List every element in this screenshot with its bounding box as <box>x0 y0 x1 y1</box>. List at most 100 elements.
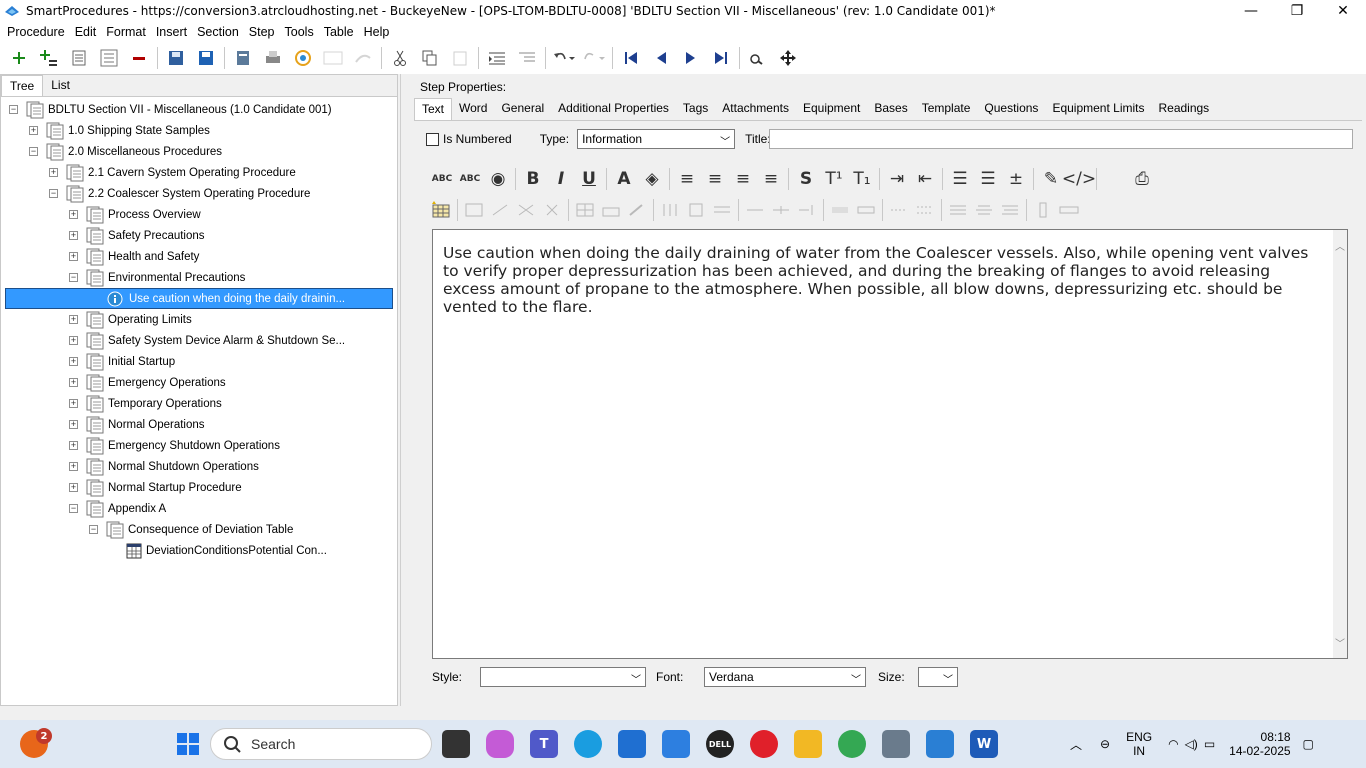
table-icon[interactable] <box>971 198 997 222</box>
tree-node[interactable]: + Health and Safety <box>1 246 397 267</box>
notification-badge-icon[interactable]: 2 <box>20 728 52 758</box>
table-icon[interactable] <box>683 198 709 222</box>
table-icon[interactable] <box>768 198 794 222</box>
clock-time[interactable]: 08:18 <box>1261 730 1291 744</box>
font-select[interactable]: Verdana ﹀ <box>704 667 866 687</box>
underline-button[interactable]: U <box>575 166 603 192</box>
table-icon[interactable] <box>657 198 683 222</box>
save-icon[interactable] <box>191 44 221 72</box>
spellcheck-icon[interactable]: ABC <box>428 166 456 192</box>
menu-table[interactable]: Table <box>319 25 359 39</box>
find-icon[interactable] <box>743 44 773 72</box>
file-explorer-icon[interactable] <box>794 730 822 758</box>
table-icon[interactable] <box>1056 198 1082 222</box>
step-text-editor[interactable]: Use caution when doing the daily drainin… <box>432 229 1348 659</box>
table-icon[interactable] <box>912 198 938 222</box>
tab-general[interactable]: General <box>494 98 551 120</box>
menu-format[interactable]: Format <box>101 25 151 39</box>
region-label[interactable]: IN <box>1133 744 1145 758</box>
style-select[interactable]: ﹀ <box>480 667 646 687</box>
redo-icon[interactable] <box>579 44 609 72</box>
table-icon[interactable] <box>997 198 1023 222</box>
tab-text[interactable]: Text <box>414 98 453 120</box>
expand-icon[interactable]: + <box>69 378 78 387</box>
panel-splitter[interactable] <box>400 74 408 706</box>
tree-node[interactable]: − BDLTU Section VII - Miscellaneous (1.0 … <box>1 99 397 120</box>
teams-icon[interactable]: T <box>530 730 558 758</box>
menu-step[interactable]: Step <box>244 25 280 39</box>
table-icon[interactable] <box>539 198 565 222</box>
collapse-icon[interactable]: − <box>49 189 58 198</box>
undo-icon[interactable] <box>549 44 579 72</box>
strikethrough-button[interactable]: S <box>792 166 820 192</box>
collapse-icon[interactable]: − <box>89 525 98 534</box>
tab-tree[interactable]: Tree <box>1 75 44 96</box>
table-icon[interactable] <box>487 198 513 222</box>
tree-node[interactable]: + Normal Startup Procedure <box>1 477 397 498</box>
opera-icon[interactable] <box>750 730 778 758</box>
expand-icon[interactable]: + <box>29 126 38 135</box>
fill-color-icon[interactable]: ◈ <box>638 166 666 192</box>
chevron-up-icon[interactable]: ︿ <box>1070 736 1082 753</box>
cut-icon[interactable] <box>385 44 415 72</box>
tab-additional-properties[interactable]: Additional Properties <box>551 98 676 120</box>
tab-equipment-limits[interactable]: Equipment Limits <box>1045 98 1151 120</box>
tree-node[interactable]: − 2.0 Miscellaneous Procedures <box>1 141 397 162</box>
tree-node[interactable]: + Initial Startup <box>1 351 397 372</box>
italic-button[interactable]: I <box>547 166 575 192</box>
battery-icon[interactable]: ▭ <box>1204 737 1215 751</box>
close-button[interactable]: ✕ <box>1320 0 1366 22</box>
windows-start-icon[interactable] <box>174 730 202 758</box>
table-icon[interactable] <box>827 198 853 222</box>
expand-icon[interactable]: + <box>69 231 78 240</box>
type-select[interactable]: Information ﹀ <box>577 129 736 149</box>
menu-tools[interactable]: Tools <box>280 25 319 39</box>
expand-icon[interactable]: + <box>69 483 78 492</box>
justify-icon[interactable]: ≡ <box>757 166 785 192</box>
tab-attachments[interactable]: Attachments <box>715 98 796 120</box>
tab-questions[interactable]: Questions <box>977 98 1045 120</box>
expand-icon[interactable]: + <box>69 336 78 345</box>
scroll-down-icon[interactable]: ﹀ <box>1335 635 1345 650</box>
bullet-list-icon[interactable]: ☰ <box>946 166 974 192</box>
menu-section[interactable]: Section <box>192 25 244 39</box>
copilot-icon[interactable] <box>486 730 514 758</box>
size-select[interactable]: ﹀ <box>918 667 958 687</box>
menu-edit[interactable]: Edit <box>70 25 102 39</box>
store-icon[interactable] <box>618 730 646 758</box>
smartprocedures-taskbar-icon[interactable] <box>926 730 954 758</box>
tree-node[interactable]: − 2.2 Coalescer System Operating Procedur… <box>1 183 397 204</box>
align-right-icon[interactable]: ≡ <box>729 166 757 192</box>
tab-bases[interactable]: Bases <box>867 98 914 120</box>
tree-node[interactable]: + Safety System Device Alarm & Shutdown S… <box>1 330 397 351</box>
previous-icon[interactable] <box>646 44 676 72</box>
expand-icon[interactable]: + <box>69 210 78 219</box>
tree-node[interactable]: + Process Overview <box>1 204 397 225</box>
indent-icon[interactable] <box>482 44 512 72</box>
superscript-button[interactable]: T¹ <box>820 166 848 192</box>
html-source-icon[interactable]: </> <box>1062 166 1096 192</box>
tab-template[interactable]: Template <box>915 98 978 120</box>
clock-date[interactable]: 14-02-2025 <box>1229 744 1290 758</box>
plus-minus-icon[interactable]: ± <box>1002 166 1030 192</box>
table-icon[interactable] <box>624 198 650 222</box>
outdent-icon[interactable]: ⇤ <box>911 166 939 192</box>
table-icon[interactable] <box>794 198 820 222</box>
is-numbered-checkbox[interactable] <box>426 132 439 146</box>
tab-list[interactable]: List <box>43 75 78 96</box>
expand-icon[interactable]: + <box>49 168 58 177</box>
expand-icon[interactable]: + <box>69 462 78 471</box>
document-alt-icon[interactable] <box>94 44 124 72</box>
save-all-icon[interactable] <box>161 44 191 72</box>
tree-node[interactable]: + Temporary Operations <box>1 393 397 414</box>
last-icon[interactable] <box>706 44 736 72</box>
paste-icon[interactable] <box>445 44 475 72</box>
add-step-icon[interactable] <box>4 44 34 72</box>
first-icon[interactable] <box>616 44 646 72</box>
print-icon[interactable] <box>258 44 288 72</box>
tree-node[interactable]: Use caution when doing the daily drainin… <box>5 288 393 309</box>
form-icon[interactable] <box>318 44 348 72</box>
tree-node[interactable]: − Environmental Precautions <box>1 267 397 288</box>
volume-icon[interactable]: ◁) <box>1185 737 1198 751</box>
magic-wand-icon[interactable]: ✎ <box>1037 166 1065 192</box>
